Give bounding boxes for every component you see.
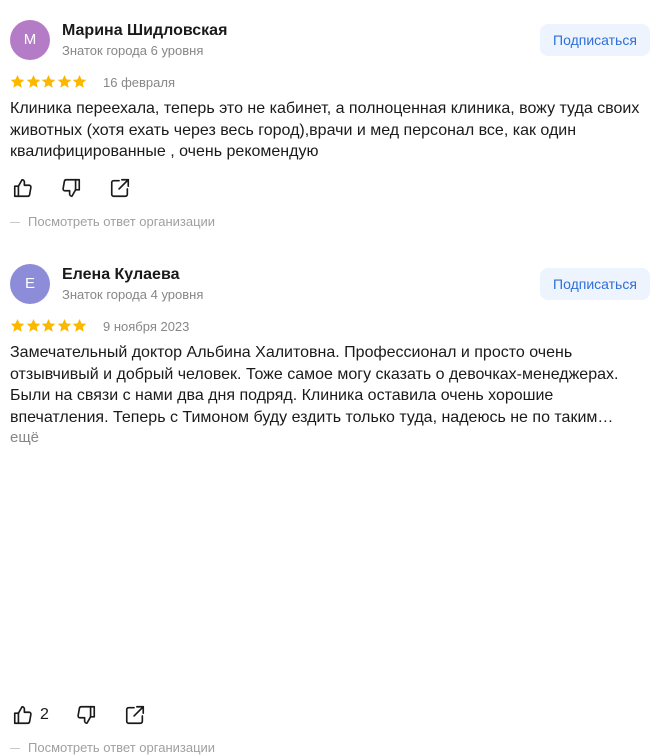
review-date: 9 ноября 2023	[103, 319, 190, 334]
rating-stars	[10, 74, 88, 90]
star-icon	[26, 74, 40, 88]
review-text: Клиника переехала, теперь это не кабинет…	[10, 98, 645, 163]
star-icon	[73, 74, 87, 88]
thumbs-up-icon	[13, 178, 32, 198]
subscribe-button[interactable]: Подписаться	[540, 268, 650, 300]
subscribe-button[interactable]: Подписаться	[540, 24, 650, 56]
thumbs-up-icon	[13, 705, 32, 725]
review-body: Клиника переехала, теперь это не кабинет…	[10, 100, 640, 160]
org-reply-label[interactable]: Посмотреть ответ организации	[28, 740, 215, 755]
divider	[10, 222, 20, 224]
like-button[interactable]: 2	[12, 704, 49, 728]
org-reply-link[interactable]: Посмотреть ответ организации	[10, 214, 215, 229]
dislike-button[interactable]	[60, 177, 82, 201]
star-icon	[57, 318, 72, 332]
star-icon	[41, 74, 56, 88]
review-actions	[12, 177, 153, 201]
thumbs-down-icon	[77, 705, 96, 725]
like-button[interactable]	[12, 177, 34, 201]
review-date: 16 февраля	[103, 75, 175, 90]
like-count: 2	[40, 706, 49, 723]
author-level: Знаток города 4 уровня	[62, 287, 204, 302]
avatar[interactable]: М	[10, 20, 50, 60]
avatar[interactable]: Е	[10, 264, 50, 304]
star-icon	[10, 74, 25, 88]
org-reply-link[interactable]: Посмотреть ответ организации	[10, 740, 215, 755]
org-reply-label[interactable]: Посмотреть ответ организации	[28, 214, 215, 229]
review-body: Замечательный доктор Альбина Халитовна. …	[10, 344, 619, 426]
author-name[interactable]: Елена Кулаева	[62, 266, 179, 284]
share-icon	[110, 178, 129, 198]
share-button[interactable]	[124, 704, 146, 728]
star-icon	[73, 318, 87, 332]
review-actions: 2	[12, 704, 168, 728]
star-icon	[57, 74, 72, 88]
star-icon	[41, 318, 56, 332]
share-button[interactable]	[109, 177, 131, 201]
review-text: Замечательный доктор Альбина Халитовна. …	[10, 342, 645, 448]
author-level: Знаток города 6 уровня	[62, 43, 204, 58]
dislike-button[interactable]	[75, 704, 97, 728]
star-icon	[10, 318, 25, 332]
divider	[10, 748, 20, 750]
share-icon	[125, 705, 144, 725]
rating-stars	[10, 318, 88, 334]
star-icon	[26, 318, 40, 332]
thumbs-down-icon	[62, 178, 81, 198]
expand-more-link[interactable]: ещё	[10, 428, 645, 448]
author-name[interactable]: Марина Шидловская	[62, 22, 227, 40]
